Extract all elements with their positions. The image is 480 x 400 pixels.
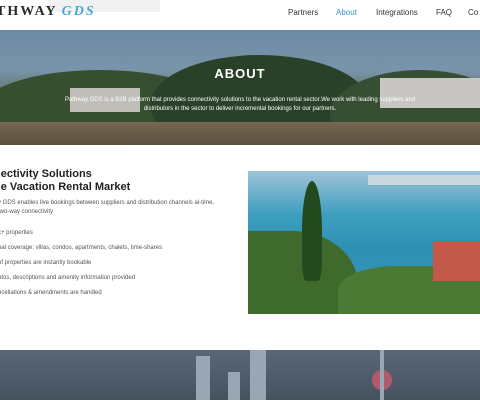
harbor-photo	[248, 171, 480, 314]
connectivity-title-line1: nectivity Solutions	[0, 168, 92, 180]
skyline-spire	[380, 350, 384, 400]
feature-item: otos, descriptions and amenity informati…	[0, 275, 136, 281]
skyline-tower	[196, 356, 210, 400]
nav-integrations[interactable]: Integrations	[376, 8, 418, 17]
about-title: ABOUT	[214, 66, 266, 81]
skyline-tower	[228, 372, 240, 400]
nav-about[interactable]: About	[336, 8, 357, 17]
main-nav: Partners About Integrations FAQ Co	[0, 8, 480, 22]
nav-partners[interactable]: Partners	[288, 8, 318, 17]
hero-overlay	[0, 30, 480, 145]
feature-list: k+ properties bal coverage: villas, cond…	[0, 229, 223, 304]
feature-item: k+ properties	[0, 230, 33, 236]
connectivity-title-line2: he Vacation Rental Market	[0, 181, 131, 193]
about-hero: ABOUT Pathway GDS is a B2B platform that…	[0, 30, 480, 145]
connectivity-description: y GDS enables live bookings between supp…	[0, 200, 215, 215]
connectivity-title: nectivity Solutions he Vacation Rental M…	[0, 168, 130, 194]
harbor-cypress-tree	[302, 181, 322, 281]
harbor-far-shore	[368, 175, 480, 185]
feature-item: ncellations & amendments are handled	[0, 290, 102, 296]
skyline-tower	[250, 350, 266, 400]
harbor-villa	[433, 241, 480, 281]
skyline-banner	[0, 350, 480, 400]
nav-contact[interactable]: Co	[468, 8, 478, 17]
nav-faq[interactable]: FAQ	[436, 8, 452, 17]
about-text: Pathway GDS is a B2B platform that provi…	[64, 97, 416, 112]
feature-item: of properties are instantly bookable	[0, 260, 92, 266]
site-header: THWAY GDS Partners About Integrations FAQ…	[0, 0, 480, 30]
feature-item: bal coverage: villas, condos, apartments…	[0, 245, 163, 251]
